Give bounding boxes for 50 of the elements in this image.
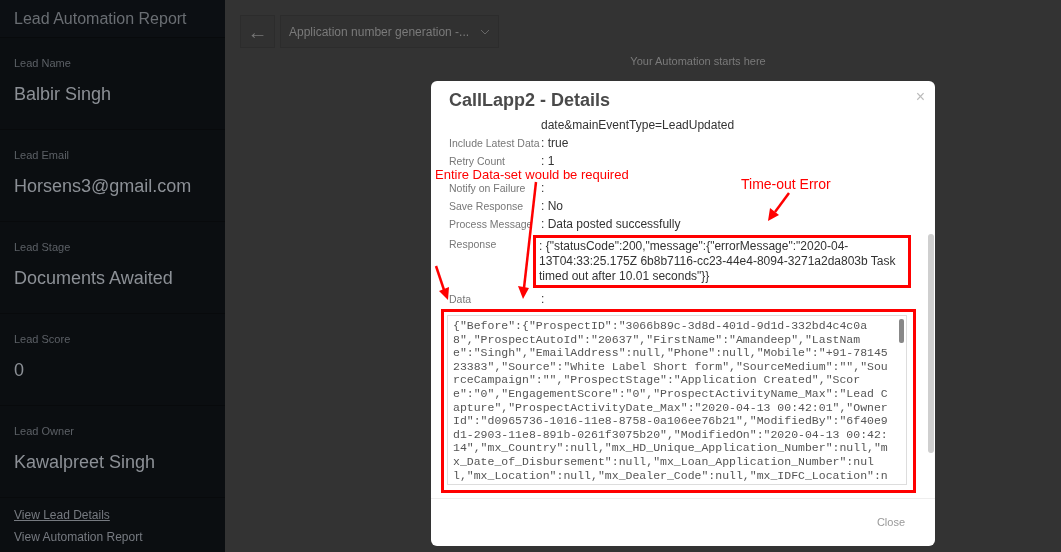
row-value: : {"statusCode":200,"message":{"errorMessage":"2020-04-13T04:33:25.175Z 6b8b7116-cc23-44e4-8094-3271a2da803b Task timed out after 10.01 seconds"}}: [539, 239, 897, 284]
annotation-text: Time-out Error: [741, 175, 831, 194]
arrow: [434, 265, 449, 300]
data-line: l,"mx_Location":null,"mx_Dealer_Code":null,"mx_IDFC_Location":n: [453, 468, 888, 483]
row-label: Retry Count: [449, 154, 507, 168]
row-value: :: [541, 180, 545, 196]
data-line: x_Date_of_Disbursement":null,"mx_Loan_Application_Number":nul: [453, 454, 874, 469]
field-label: Lead Name: [14, 56, 72, 71]
row-label: Save Response: [449, 199, 525, 213]
flow-dropdown[interactable]: Application number generation -...: [280, 15, 499, 48]
row-value: : true: [541, 135, 569, 151]
field-value: Kawalpreet Singh: [14, 450, 157, 474]
back-button[interactable]: ←: [240, 15, 275, 48]
field-label: Lead Stage: [14, 240, 72, 255]
sidebar-link[interactable]: View Automation Report: [14, 530, 143, 544]
data-line: 14","mx_Country":null,"mx_HD_Unique_Application_Number":null,"m: [453, 441, 888, 455]
chevron-icon: [480, 28, 490, 35]
data-line: 8","ProspectAutoId":"20637","FirstName":"Amandeep","LastNam: [453, 332, 861, 347]
dialog-title: CallLapp2 - Details: [449, 89, 611, 112]
annotation-text: Entire Data-set would be required: [435, 167, 629, 182]
field-value: 0: [14, 358, 25, 382]
row-value: : 1: [541, 153, 555, 169]
data-line: e":"0","EngagementScore":"0","ProspectActivityName_Max":"Lead C: [453, 386, 888, 401]
data-line: d1-2903-11e8-891b-0261f3075b20","ModifiedOn":"2020-04-13 00:42:: [453, 427, 888, 442]
scrollbar-thumb[interactable]: [899, 319, 904, 343]
row-label: Include Latest Data: [449, 136, 541, 150]
row-label: Data: [449, 292, 473, 306]
field-value: Balbir Singh: [14, 82, 113, 106]
arrow: [768, 192, 790, 221]
close-button[interactable]: Close: [876, 514, 905, 531]
field-value: Documents Awaited: [14, 266, 174, 290]
data-line: Id":"d0965736-1016-11e8-8758-0a106ee76b21","ModifiedBy":"6f40e9: [453, 414, 888, 428]
data-line: apture","ProspectActivityDate_Max":"2020-04-13 00:42:01","Owner: [453, 400, 888, 415]
data-line: rceCampaign":"","ProspectStage":"Application Created","Scor: [453, 373, 861, 387]
report-title: Lead Automation Report: [14, 8, 187, 29]
row-value: : No: [541, 198, 563, 214]
row-label: Notify on Failure: [449, 181, 527, 195]
field-label: Lead Score: [14, 332, 72, 347]
sidebar-link[interactable]: View Lead Details: [14, 508, 110, 522]
data-line: {"Before":{"ProspectID":"3066b89c-3d8d-401d-9d1d-332bd4c4c0a: [453, 319, 868, 333]
data-line: 23383","Source":"White Label Short form","SourceMedium":"","Sou: [453, 359, 888, 374]
row-value: : Data posted successfully: [541, 216, 681, 232]
canvas-hint: Your Automation starts here: [630, 54, 766, 69]
field-value: Horsens3@gmail.com: [14, 174, 193, 198]
field-label: Lead Email: [14, 148, 71, 163]
row-value: date&mainEventType=LeadUpdated: [541, 117, 735, 133]
row-value: :: [541, 291, 545, 307]
row-label: Response: [449, 237, 498, 251]
field-label: Lead Owner: [14, 424, 75, 439]
data-line: e":"Singh","EmailAddress":null,"Phone":null,"Mobile":"+91-78145: [453, 346, 888, 360]
